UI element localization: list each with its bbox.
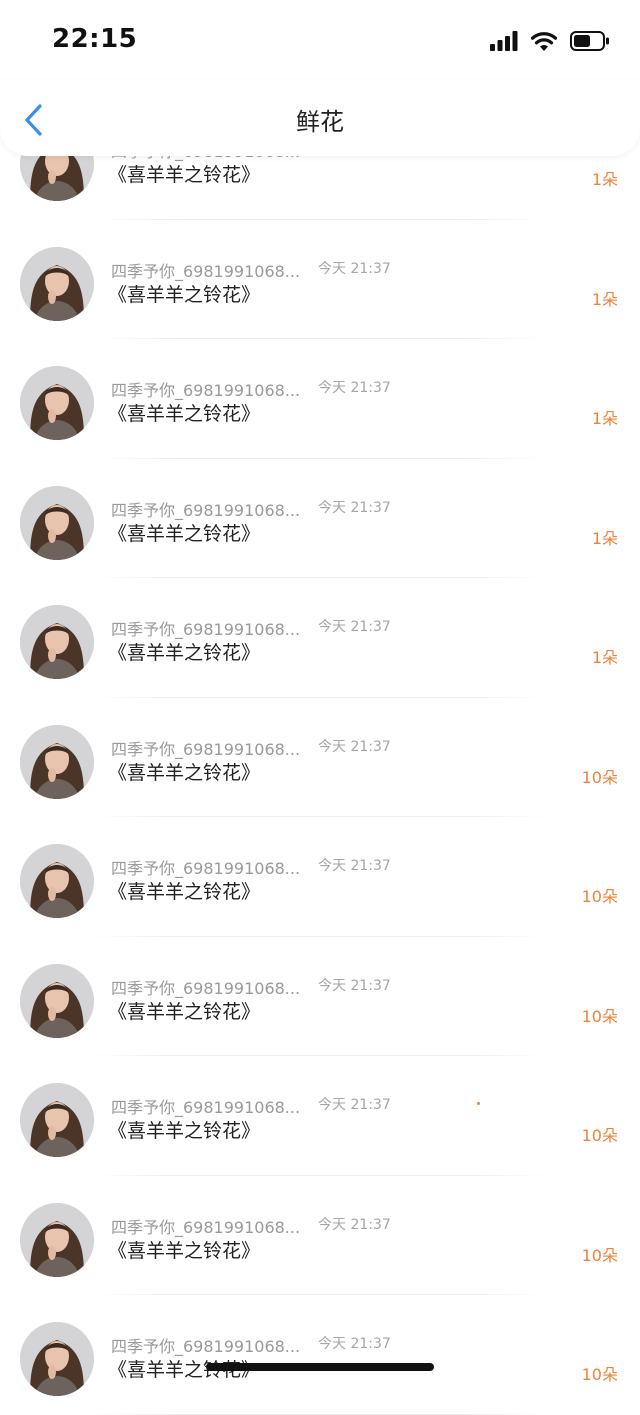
gift-name: 《喜羊羊之铃花》 bbox=[108, 642, 261, 664]
home-indicator[interactable] bbox=[206, 1363, 434, 1371]
status-bar: 22:15 bbox=[0, 0, 640, 80]
record-row[interactable]: 四季予你_6981991068... 今天 21:37 《喜羊羊之铃花》 10朵 bbox=[0, 698, 640, 817]
avatar[interactable] bbox=[20, 1083, 94, 1157]
row-divider bbox=[90, 1413, 550, 1415]
avatar[interactable] bbox=[20, 1202, 94, 1277]
flower-count: 1朵 bbox=[591, 409, 618, 428]
record-time: 今天 21:37 bbox=[318, 977, 391, 994]
gift-name: 《喜羊羊之铃花》 bbox=[108, 522, 261, 545]
gift-name: 《喜羊羊之铃花》 bbox=[108, 283, 261, 306]
indicator-dot bbox=[477, 1102, 480, 1105]
gift-name: 《喜羊羊之铃花》 bbox=[108, 1000, 261, 1023]
gift-name: 《喜羊羊之铃花》 bbox=[108, 403, 261, 425]
avatar[interactable] bbox=[20, 605, 94, 679]
gift-name: 《喜羊羊之铃花》 bbox=[108, 1120, 261, 1142]
sender-name: 四季予你_6981991068... bbox=[111, 1217, 301, 1237]
sender-name: 四季予你_6981991068... bbox=[111, 978, 301, 998]
avatar[interactable] bbox=[20, 844, 94, 918]
status-icons bbox=[490, 28, 610, 54]
sender-name: 四季予你_6981991068... bbox=[111, 1098, 301, 1117]
flower-count: 1朵 bbox=[591, 170, 618, 189]
avatar[interactable] bbox=[20, 963, 94, 1038]
sender-name: 四季予你_6981991068... bbox=[111, 1337, 301, 1356]
avatar[interactable] bbox=[20, 366, 94, 440]
record-time: 今天 21:37 bbox=[318, 380, 391, 396]
sender-name: 四季予你_6981991068... bbox=[111, 739, 301, 759]
flower-count: 1朵 bbox=[591, 528, 618, 548]
record-time: 今天 21:37 bbox=[318, 499, 391, 516]
record-time: 今天 21:37 bbox=[318, 260, 391, 277]
flower-count: 1朵 bbox=[591, 289, 618, 309]
record-time: 今天 21:37 bbox=[318, 1216, 391, 1233]
gift-name: 《喜羊羊之铃花》 bbox=[108, 761, 261, 784]
sender-name: 四季予你_6981991068... bbox=[111, 381, 301, 400]
record-row[interactable]: 四季予你_6981991068... 今天 21:37 《喜羊羊之铃花》 1朵 bbox=[0, 578, 640, 698]
avatar[interactable] bbox=[20, 485, 94, 560]
record-time: 今天 21:37 bbox=[318, 738, 391, 755]
wifi-icon bbox=[530, 32, 558, 51]
avatar-photo bbox=[20, 485, 94, 560]
avatar-photo bbox=[20, 1083, 94, 1157]
flower-count: 10朵 bbox=[581, 767, 618, 787]
record-row[interactable]: 四季予你_6981991068... 今天 21:37 《喜羊羊之铃花》 1朵 bbox=[0, 220, 640, 339]
gift-name: 《喜羊羊之铃花》 bbox=[108, 1239, 261, 1262]
record-row[interactable]: 四季予你_6981991068... 今天 21:37 《喜羊羊之铃花》 1朵 bbox=[0, 459, 640, 578]
flower-count: 10朵 bbox=[581, 1126, 618, 1145]
record-time: 今天 21:37 bbox=[318, 619, 391, 635]
status-time: 22:15 bbox=[52, 24, 138, 54]
flower-count: 10朵 bbox=[581, 887, 618, 906]
avatar-photo bbox=[20, 724, 94, 799]
gift-name: 《喜羊羊之铃花》 bbox=[108, 164, 261, 186]
cellular-signal-icon bbox=[490, 31, 518, 51]
flower-count: 1朵 bbox=[591, 648, 618, 667]
record-row[interactable]: 四季予你_6981991068... 今天 21:37 《喜羊羊之铃花》 10朵 bbox=[0, 1295, 640, 1415]
page-title: 鲜花 bbox=[296, 108, 344, 136]
sender-name: 四季予你_6981991068... bbox=[111, 620, 301, 639]
flower-record-list[interactable]: 四季予你_6981991068...今天 21:37《喜羊羊之铃花》1朵四季予你… bbox=[0, 100, 640, 1415]
flower-count: 10朵 bbox=[581, 1006, 618, 1026]
flower-count: 10朵 bbox=[581, 1365, 618, 1384]
record-row[interactable]: 四季予你_6981991068... 今天 21:37 《喜羊羊之铃花》 10朵 bbox=[0, 1056, 640, 1176]
record-row[interactable]: 四季予你_6981991068... 今天 21:37 《喜羊羊之铃花》 1朵 bbox=[0, 339, 640, 459]
avatar[interactable] bbox=[20, 724, 94, 799]
avatar-photo bbox=[20, 246, 94, 321]
avatar[interactable] bbox=[20, 246, 94, 321]
avatar-photo bbox=[20, 963, 94, 1038]
avatar-photo bbox=[20, 844, 94, 918]
avatar-photo bbox=[20, 605, 94, 679]
record-row[interactable]: 四季予你_6981991068... 今天 21:37 《喜羊羊之铃花》 10朵 bbox=[0, 937, 640, 1056]
battery-icon bbox=[570, 31, 609, 51]
flower-count: 10朵 bbox=[581, 1245, 618, 1265]
avatar-photo bbox=[20, 1202, 94, 1277]
sender-name: 四季予你_6981991068... bbox=[111, 261, 301, 281]
sender-name: 四季予你_6981991068... bbox=[111, 859, 301, 878]
sender-name: 四季予你_6981991068... bbox=[111, 500, 301, 520]
nav-header: 鲜花 bbox=[0, 80, 640, 156]
avatar-photo bbox=[20, 366, 94, 440]
gift-name: 《喜羊羊之铃花》 bbox=[108, 881, 261, 903]
record-time: 今天 21:37 bbox=[318, 1336, 391, 1352]
record-row[interactable]: 四季予你_6981991068... 今天 21:37 《喜羊羊之铃花》 10朵 bbox=[0, 817, 640, 937]
record-row[interactable]: 四季予你_6981991068... 今天 21:37 《喜羊羊之铃花》 10朵 bbox=[0, 1176, 640, 1295]
record-time: 今天 21:37 bbox=[318, 1097, 391, 1113]
record-time: 今天 21:37 bbox=[318, 858, 391, 874]
